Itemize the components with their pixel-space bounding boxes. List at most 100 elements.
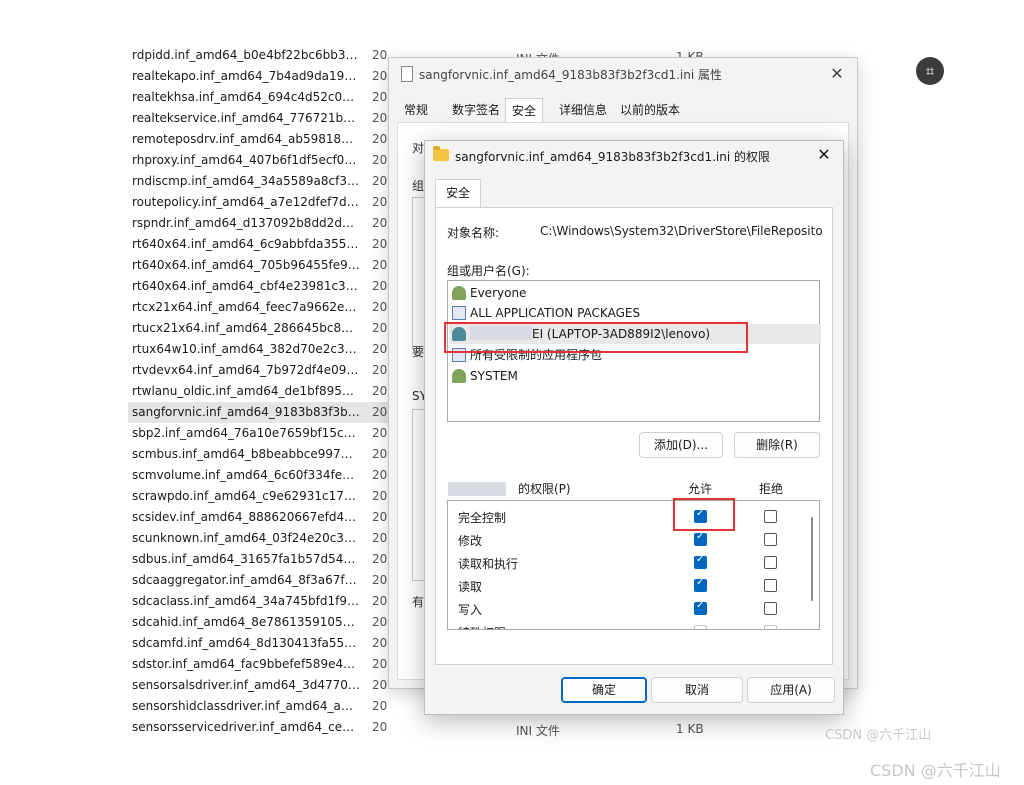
group-icon: [452, 369, 466, 383]
permissions-dialog: sangforvnic.inf_amd64_9183b83f3b2f3cd1.i…: [424, 140, 844, 715]
permissions-titlebar[interactable]: sangforvnic.inf_amd64_9183b83f3b2f3cd1.i…: [425, 141, 843, 171]
table-row[interactable]: sangforvnic.inf_amd64_9183b83f3b2f... 202: [128, 402, 388, 423]
file-name: rtux64w10.inf_amd64_382d70e2c3491...: [132, 342, 360, 356]
permissions-listbox[interactable]: 完全控制修改读取和执行读取写入特殊权限: [447, 500, 820, 630]
scrollbar[interactable]: [811, 517, 813, 601]
table-row[interactable]: rtwlanu_oldic.inf_amd64_de1bf895eb... 202: [128, 381, 388, 402]
table-row[interactable]: rdpidd.inf_amd64_b0e4bf22bc6bb34... 2025-…: [128, 45, 388, 66]
table-row[interactable]: routepolicy.inf_amd64_a7e12dfef7da... 202: [128, 192, 388, 213]
table-row[interactable]: realtekservice.inf_amd64_776721b75... 202: [128, 108, 388, 129]
tab-details[interactable]: 详细信息: [553, 98, 613, 122]
file-date: 202: [372, 90, 388, 104]
table-row[interactable]: sensorsservicedriver.inf_amd64_cedd... 20…: [128, 717, 388, 738]
file-date: 2025-02-01 18:46: [372, 48, 388, 62]
deny-header: 拒绝: [759, 482, 784, 496]
table-row[interactable]: remoteposdrv.inf_amd64_ab5981853... 202: [128, 129, 388, 150]
list-item[interactable]: Everyone: [452, 283, 526, 303]
table-row[interactable]: scmvolume.inf_amd64_6c60f334feb6a... 202: [128, 465, 388, 486]
table-row[interactable]: sensorsalsdriver.inf_amd64_3d47707... 202: [128, 675, 388, 696]
ok-button[interactable]: 确定: [561, 677, 647, 703]
file-date: 202: [372, 594, 388, 608]
table-row[interactable]: sdcamfd.inf_amd64_8d130413fa55bf... 202: [128, 633, 388, 654]
deny-checkbox[interactable]: [764, 579, 777, 592]
permission-name: 读取: [458, 580, 483, 594]
file-date: 202: [372, 342, 388, 356]
user-name: ALL APPLICATION PACKAGES: [470, 306, 641, 320]
table-row[interactable]: rspndr.inf_amd64_d137092b8dd2d27... 202: [128, 213, 388, 234]
allow-checkbox[interactable]: [694, 577, 707, 592]
tab-security[interactable]: 安全: [435, 179, 481, 208]
file-date: 2025-02: [372, 699, 388, 713]
table-row[interactable]: sbp2.inf_amd64_76a10e7659bf15c0.ini 202: [128, 423, 388, 444]
apply-button[interactable]: 应用(A): [747, 677, 835, 703]
table-row[interactable]: rtcx21x64.inf_amd64_feec7a9662e785... 202: [128, 297, 388, 318]
table-row[interactable]: rt640x64.inf_amd64_cbf4e23981c3c8a... 202: [128, 276, 388, 297]
allow-checkbox[interactable]: [694, 554, 707, 569]
tab-security[interactable]: 安全: [505, 98, 544, 123]
table-row[interactable]: rt640x64.inf_amd64_705b96455fe9ce... 202: [128, 255, 388, 276]
peek-text: 要: [412, 345, 425, 359]
file-date: 202: [372, 384, 388, 398]
table-row[interactable]: realtekapo.inf_amd64_7b4ad9da196... 202: [128, 66, 388, 87]
deny-checkbox[interactable]: [764, 556, 777, 569]
table-row[interactable]: rt640x64.inf_amd64_6c9abbfda355f0... 202: [128, 234, 388, 255]
table-row[interactable]: rtvdevx64.inf_amd64_7b972df4e09f94... 202: [128, 360, 388, 381]
file-name: sensorsservicedriver.inf_amd64_cedd...: [132, 720, 360, 734]
peek-text: 对: [412, 141, 425, 155]
file-name: sbp2.inf_amd64_76a10e7659bf15c0.ini: [132, 426, 360, 440]
table-row[interactable]: sdcahid.inf_amd64_8e78613591054b... 202: [128, 612, 388, 633]
add-button[interactable]: 添加(D)...: [639, 432, 723, 458]
table-row[interactable]: sdcaclass.inf_amd64_34a745bfd1f933... 202: [128, 591, 388, 612]
table-row[interactable]: rndiscmp.inf_amd64_34a5589a8cf30b... 202: [128, 171, 388, 192]
list-item[interactable]: SYSTEM: [452, 366, 518, 386]
table-row[interactable]: rhproxy.inf_amd64_407b6f1df5ecf019... 202: [128, 150, 388, 171]
file-date: 202: [372, 216, 388, 230]
remove-button[interactable]: 删除(R): [734, 432, 820, 458]
table-row[interactable]: rtucx21x64.inf_amd64_286645bc82b2... 202: [128, 318, 388, 339]
table-row[interactable]: sensorshidclassdriver.inf_amd64_a2e... 20…: [128, 696, 388, 717]
table-row[interactable]: sdbus.inf_amd64_31657fa1b57d54a2... 202: [128, 549, 388, 570]
file-name: sensorsalsdriver.inf_amd64_3d47707...: [132, 678, 360, 692]
close-icon[interactable]: ✕: [825, 62, 849, 86]
cancel-button[interactable]: 取消: [651, 677, 743, 703]
file-date: 202: [372, 447, 388, 461]
table-row[interactable]: sdstor.inf_amd64_fac9bbefef589e42.ini 202: [128, 654, 388, 675]
properties-titlebar[interactable]: sangforvnic.inf_amd64_9183b83f3b2f3cd1.i…: [389, 58, 857, 90]
table-row[interactable]: scmbus.inf_amd64_b8beabbce99790... 202: [128, 444, 388, 465]
security-pane: 对象名称: C:\Windows\System32\DriverStore\Fi…: [435, 207, 833, 665]
file-date: 202: [372, 468, 388, 482]
table-row[interactable]: scrawpdo.inf_amd64_c9e62931c1761... 202: [128, 486, 388, 507]
user-name: Everyone: [470, 286, 527, 300]
allow-checkbox[interactable]: [694, 531, 707, 546]
table-row[interactable]: scsidev.inf_amd64_888620667efd465... 202: [128, 507, 388, 528]
allow-checkbox[interactable]: [694, 625, 707, 629]
scan-icon[interactable]: ⌗: [916, 57, 944, 85]
file-date: 202: [372, 153, 388, 167]
tab-previous-versions[interactable]: 以前的版本: [614, 98, 686, 122]
permissions-label: 的权限(P): [518, 482, 571, 496]
close-icon[interactable]: ✕: [813, 144, 835, 166]
watermark: CSDN @六千江山: [825, 728, 932, 743]
file-name: sensorshidclassdriver.inf_amd64_a2e...: [132, 699, 360, 713]
deny-checkbox[interactable]: [764, 625, 777, 629]
table-row[interactable]: rtux64w10.inf_amd64_382d70e2c3491... 202: [128, 339, 388, 360]
deny-checkbox[interactable]: [764, 602, 777, 615]
file-name: sdcahid.inf_amd64_8e78613591054b...: [132, 615, 360, 629]
file-name: realtekapo.inf_amd64_7b4ad9da196...: [132, 69, 360, 83]
file-date: 202: [372, 636, 388, 650]
allow-checkbox[interactable]: [694, 600, 707, 615]
deny-checkbox[interactable]: [764, 510, 777, 523]
deny-checkbox[interactable]: [764, 533, 777, 546]
list-item[interactable]: ALL APPLICATION PACKAGES: [452, 303, 640, 323]
table-row[interactable]: sdcaaggregator.inf_amd64_8f3a67fc6... 202: [128, 570, 388, 591]
tab-general[interactable]: 常规: [398, 98, 434, 122]
file-date: 202: [372, 552, 388, 566]
file-size: 1 KB: [676, 722, 704, 736]
table-row[interactable]: scunknown.inf_amd64_03f24e20c3e7... 202: [128, 528, 388, 549]
file-name: scsidev.inf_amd64_888620667efd465...: [132, 510, 360, 524]
group-icon: [452, 286, 466, 300]
user-name: SYSTEM: [470, 369, 518, 383]
table-row[interactable]: realtekhsa.inf_amd64_694c4d52c0929... 202: [128, 87, 388, 108]
permission-name: 特殊权限: [458, 624, 506, 629]
tab-digital-signature[interactable]: 数字签名: [446, 98, 506, 122]
